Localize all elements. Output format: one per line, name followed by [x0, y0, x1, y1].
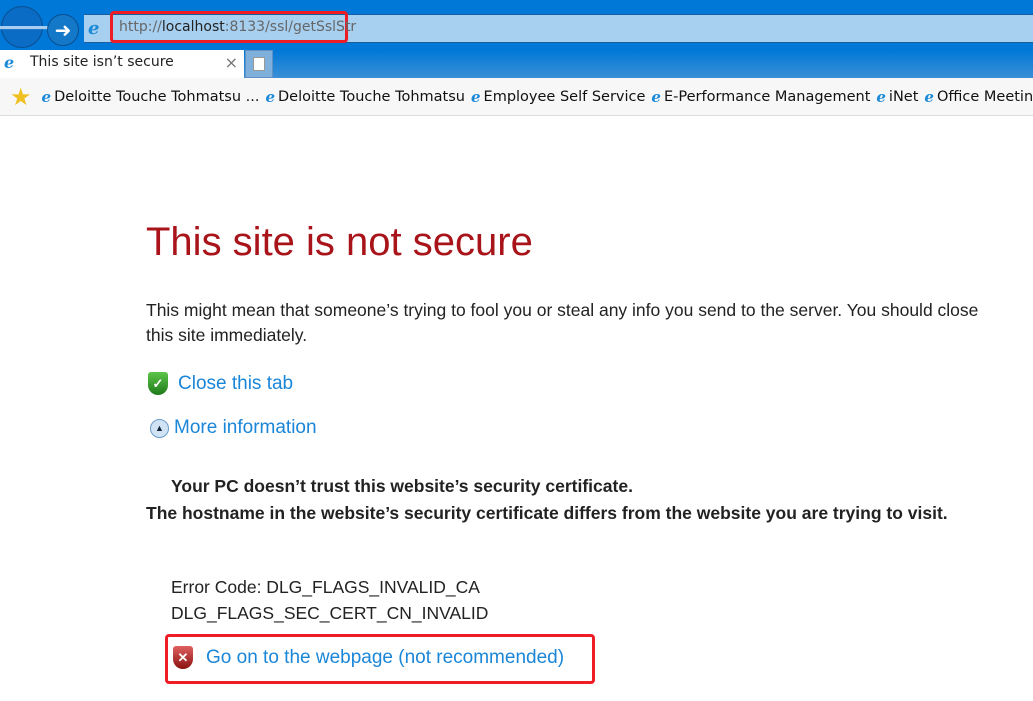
collapse-up-icon: ▲	[150, 418, 169, 438]
internet-explorer-icon: e	[88, 18, 100, 39]
internet-explorer-icon: e	[470, 87, 481, 106]
new-tab-button[interactable]	[245, 50, 273, 78]
hostname-warning: The hostname in the website’s security c…	[146, 503, 948, 523]
forward-button[interactable]: ➜	[47, 14, 79, 46]
url-text[interactable]: http://localhost:8133/ssl/getSslStr	[110, 11, 356, 43]
browser-chrome: 🡐 ➜ e http://localhost:8133/ssl/getSslSt…	[0, 0, 1033, 78]
favorite-item[interactable]: e Employee Self Service	[471, 88, 645, 106]
favorite-item[interactable]: e Deloitte Touche Tohmatsu ...	[42, 88, 260, 106]
green-shield-check-icon: ✓	[148, 372, 168, 395]
back-button[interactable]: 🡐	[0, 6, 57, 48]
close-tab-link[interactable]: ✓ Close this tab	[148, 372, 293, 395]
go-on-to-webpage-link[interactable]: ✕ Go on to the webpage (not recommended)	[173, 646, 564, 669]
favorites-star-icon[interactable]: ★	[10, 83, 32, 111]
favorite-item[interactable]: e E-Performance Management	[651, 88, 870, 106]
new-tab-icon	[253, 57, 265, 71]
internet-explorer-icon: e	[924, 87, 934, 106]
tab-title: This site isn’t secure	[30, 54, 174, 70]
favorite-item[interactable]: e Deloitte Touche Tohmatsu	[265, 88, 465, 106]
close-tab-icon[interactable]: ×	[225, 53, 238, 72]
warning-message: This might mean that someone’s trying to…	[146, 300, 979, 345]
red-shield-x-icon: ✕	[173, 646, 193, 669]
favorite-item[interactable]: e iNet	[876, 88, 918, 106]
address-bar[interactable]: e http://localhost:8133/ssl/getSslStr	[84, 11, 1033, 43]
internet-explorer-icon: e	[651, 87, 661, 106]
favorites-bar: ★ e Deloitte Touche Tohmatsu ... e Deloitt…	[0, 78, 1033, 116]
internet-explorer-icon: e	[876, 87, 886, 106]
error-code: Error Code: DLG_FLAGS_INVALID_CA DLG_FLA…	[171, 577, 489, 623]
favorite-item[interactable]: e Office Meeting	[924, 88, 1033, 106]
internet-explorer-icon: e	[41, 87, 52, 106]
more-information-link[interactable]: ▲ More information	[150, 417, 317, 439]
internet-explorer-icon: e	[4, 53, 15, 72]
page-title: This site is not secure	[146, 220, 533, 264]
cert-warning: Your PC doesn’t trust this website’s sec…	[171, 476, 633, 496]
internet-explorer-icon: e	[265, 87, 276, 106]
tab-active[interactable]: e This site isn’t secure ×	[0, 50, 244, 78]
